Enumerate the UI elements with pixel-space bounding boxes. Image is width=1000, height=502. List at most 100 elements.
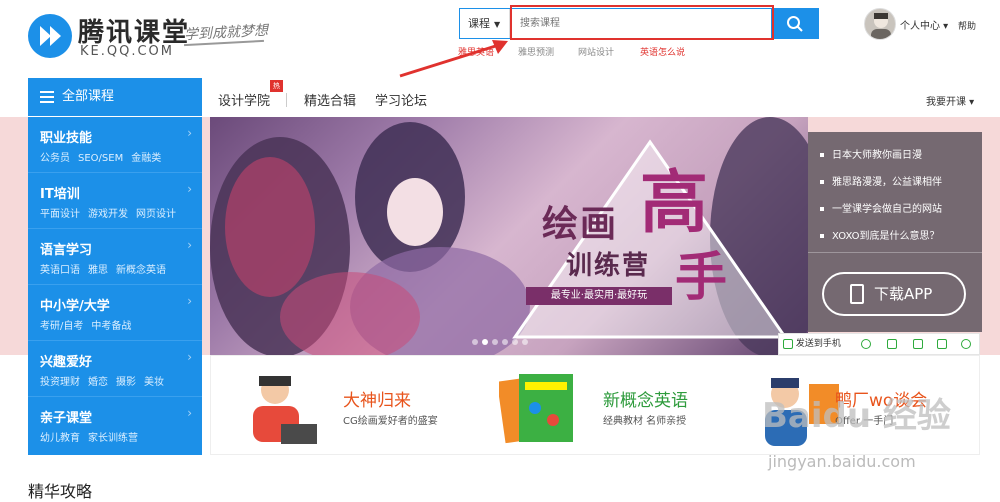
category-title: 语言学习: [40, 243, 93, 258]
category-sub-link[interactable]: 中考备战: [91, 321, 131, 332]
user-center-link[interactable]: 个人中心 ▾: [900, 17, 948, 32]
share-toolbar: 发送到手机: [778, 333, 980, 355]
open-course-label: 我要开课: [926, 97, 966, 108]
category-menu: 职业技能 › 公务员 SEO/SEM 金融类 IT培训 › 平面设计 游戏开发 网页设计…: [28, 117, 202, 455]
logo-subtitle: KE.QQ.COM: [80, 44, 174, 59]
search-icon: [787, 15, 803, 32]
category-title: 职业技能: [40, 131, 93, 146]
avatar[interactable]: [864, 8, 896, 40]
nav-item-design[interactable]: 设计学院: [218, 90, 270, 109]
phone-icon: [850, 284, 864, 304]
share-icon[interactable]: [937, 334, 947, 354]
news-link[interactable]: 一堂课学会做自己的网站: [820, 200, 942, 215]
phone-send-icon: [783, 338, 793, 349]
chevron-right-icon: ›: [187, 406, 192, 420]
category-sub-link[interactable]: 新概念英语: [116, 265, 166, 276]
top-nav: 设计学院 热 精选合辑 学习论坛: [218, 80, 458, 110]
send-to-phone-label: 发送到手机: [795, 339, 841, 349]
category-sub-link[interactable]: 摄影: [116, 377, 136, 388]
banner-big-char: 手: [675, 248, 728, 308]
category-item[interactable]: IT培训 › 平面设计 游戏开发 网页设计: [28, 173, 202, 229]
nav-divider: [286, 93, 287, 107]
download-app-button[interactable]: 下载APP: [822, 272, 966, 316]
open-course-link[interactable]: 我要开课 ▾: [926, 93, 974, 108]
search-category-select[interactable]: 课程 ▼: [460, 9, 510, 38]
all-courses-button[interactable]: 全部课程: [28, 78, 202, 116]
download-app-label: 下载APP: [874, 285, 933, 303]
category-item[interactable]: 兴趣爱好 › 投资理财 婚恋 摄影 美妆: [28, 341, 202, 397]
category-sub-link[interactable]: 家长训练营: [88, 433, 138, 444]
category-sub-link[interactable]: 平面设计: [40, 209, 80, 220]
chevron-right-icon: ›: [187, 238, 192, 252]
chevron-right-icon: ›: [187, 294, 192, 308]
category-title: 兴趣爱好: [40, 355, 93, 370]
category-item[interactable]: 亲子课堂 › 幼儿教育 家长训练营: [28, 397, 202, 453]
category-sub-link[interactable]: 考研/自考: [40, 321, 83, 332]
watermark: Baidu 经验: [762, 396, 951, 436]
carousel-dots[interactable]: [472, 330, 532, 349]
promo-desc: CG绘画爱好者的盛宴: [343, 416, 438, 427]
nav-item-collections[interactable]: 精选合辑: [304, 90, 356, 109]
section-title: 精华攻略: [28, 482, 93, 501]
nav-item-forum[interactable]: 学习论坛: [375, 90, 427, 109]
chevron-down-icon: ▼: [494, 20, 501, 29]
category-item[interactable]: 职业技能 › 公务员 SEO/SEM 金融类: [28, 117, 202, 173]
promo-card[interactable]: 大神归来 CG绘画爱好者的盛宴: [211, 356, 467, 456]
category-item[interactable]: 中小学/大学 › 考研/自考 中考备战: [28, 285, 202, 341]
category-title: IT培训: [40, 187, 80, 202]
category-sub-link[interactable]: 美妆: [144, 377, 164, 388]
category-sub-link[interactable]: SEO/SEM: [78, 153, 123, 164]
gear-icon[interactable]: [961, 334, 971, 354]
all-courses-label: 全部课程: [62, 89, 115, 104]
chevron-right-icon: ›: [187, 350, 192, 364]
help-link[interactable]: 帮助: [958, 19, 976, 32]
divider: [808, 252, 982, 253]
menu-icon: [40, 88, 54, 106]
category-title: 亲子课堂: [40, 411, 93, 426]
hot-word[interactable]: 雅思预测: [518, 45, 554, 58]
promo-title: 新概念英语: [603, 391, 688, 411]
category-sub-link[interactable]: 游戏开发: [88, 209, 128, 220]
cloud-icon[interactable]: [861, 334, 871, 354]
annotation-arrow-icon: [399, 40, 508, 78]
user-area: 个人中心 ▾ 帮助: [864, 8, 994, 40]
banner-tagline: 最专业·最实用·最好玩: [526, 287, 672, 305]
category-sub-link[interactable]: 网页设计: [136, 209, 176, 220]
promo-book-icon: [499, 374, 573, 444]
fullscreen-icon[interactable]: [887, 334, 897, 354]
news-panel: 日本大师教你画日漫 雅思路漫漫，公益课相伴 一堂课学会做自己的网站 XOXO到底…: [808, 132, 982, 332]
save-icon[interactable]: [913, 334, 923, 354]
site-logo[interactable]: 腾讯课堂 KE.QQ.COM 学到成就梦想: [28, 12, 268, 62]
promo-artist-icon: [253, 376, 317, 444]
chevron-right-icon: ›: [187, 126, 192, 140]
promo-desc: 经典教材 名师亲授: [603, 416, 687, 427]
user-center-label: 个人中心: [900, 21, 940, 32]
news-link[interactable]: XOXO到底是什么意思？: [820, 227, 940, 242]
category-sub-link[interactable]: 英语口语: [40, 265, 80, 276]
hot-word[interactable]: 网站设计: [578, 45, 614, 58]
search-button[interactable]: [771, 8, 819, 39]
category-sub-link[interactable]: 投资理财: [40, 377, 80, 388]
category-sub-link[interactable]: 婚恋: [88, 377, 108, 388]
promo-card[interactable]: 新概念英语 经典教材 名师亲授: [495, 356, 715, 456]
hero-banner[interactable]: 绘画 高 训练营 手 最专业·最实用·最好玩: [210, 117, 808, 355]
hot-word[interactable]: 英语怎么说: [640, 45, 685, 58]
play-logo-icon: [28, 14, 72, 58]
banner-subtitle: 训练营: [566, 251, 651, 281]
category-title: 中小学/大学: [40, 299, 110, 314]
search-highlight-box: [510, 5, 774, 40]
category-sub-link[interactable]: 雅思: [88, 265, 108, 276]
banner-big-char: 高: [640, 164, 709, 243]
category-sub-link[interactable]: 金融类: [131, 153, 161, 164]
search-category-label: 课程: [468, 17, 490, 30]
hot-badge: 热: [270, 80, 283, 92]
category-sub-link[interactable]: 幼儿教育: [40, 433, 80, 444]
send-to-phone-button[interactable]: 发送到手机: [783, 334, 841, 354]
category-item[interactable]: 语言学习 › 英语口语 雅思 新概念英语: [28, 229, 202, 285]
news-link[interactable]: 雅思路漫漫，公益课相伴: [820, 173, 942, 188]
promo-title: 大神归来: [343, 391, 411, 411]
news-link[interactable]: 日本大师教你画日漫: [820, 146, 922, 161]
banner-title: 绘画: [542, 204, 619, 245]
category-sub-link[interactable]: 公务员: [40, 153, 70, 164]
chevron-right-icon: ›: [187, 182, 192, 196]
